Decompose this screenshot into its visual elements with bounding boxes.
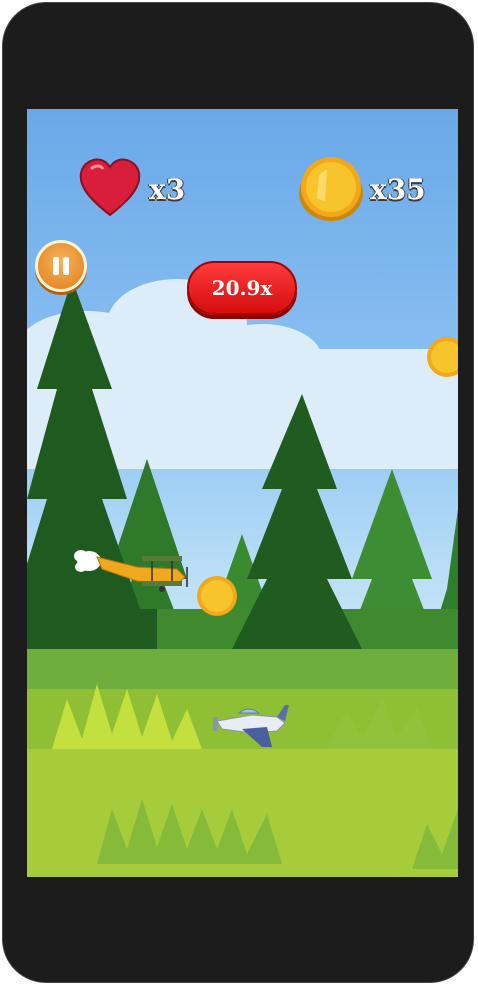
coin-icon (299, 157, 363, 221)
pause-icon (53, 257, 59, 275)
game-screen[interactable]: x3 x35 20.9x (27, 109, 458, 877)
coin-pickup (197, 576, 237, 616)
pause-icon (63, 257, 69, 275)
phone-frame: x3 x35 20.9x (2, 2, 474, 983)
pause-button[interactable] (35, 240, 87, 292)
heart-icon (79, 158, 141, 217)
multiplier-badge: 20.9x (187, 261, 297, 315)
game-scene (27, 279, 458, 877)
coin-count: x35 (370, 173, 426, 206)
lives-count: x3 (149, 173, 186, 206)
